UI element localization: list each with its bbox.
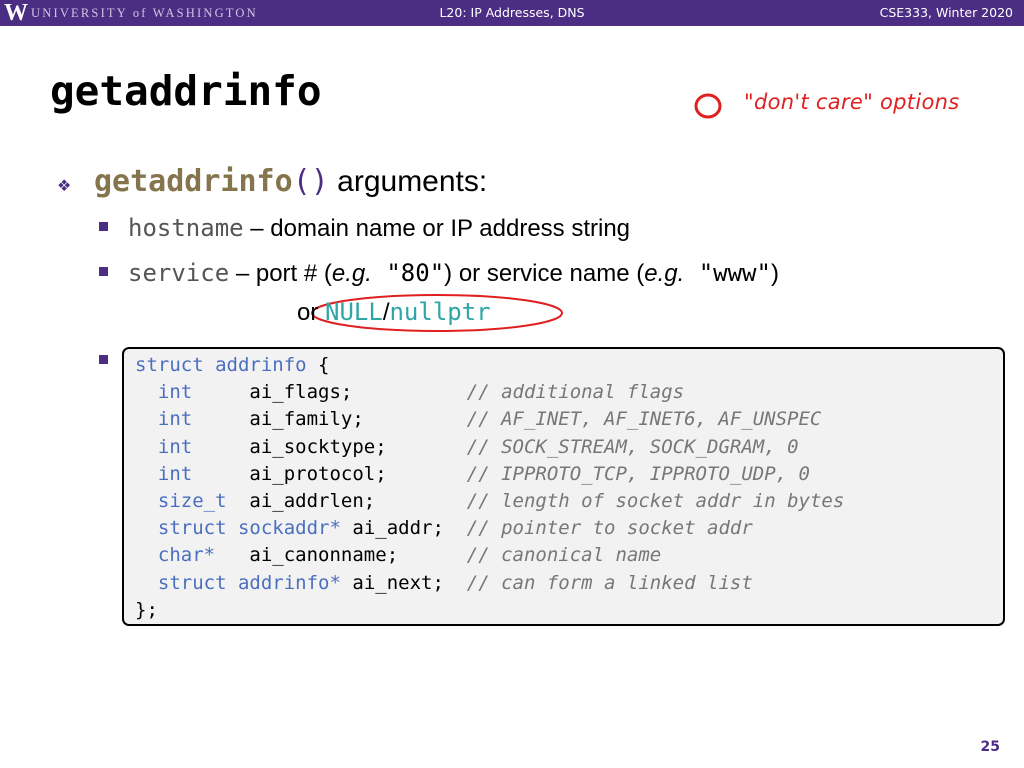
code-comment: // length of socket addr in bytes: [466, 490, 845, 513]
null-keyword: NULL: [325, 298, 383, 326]
lecture-title: L20: IP Addresses, DNS: [439, 5, 585, 20]
code-field-type: int: [157, 408, 193, 431]
code-comment: // pointer to socket addr: [466, 517, 753, 540]
code-field-type: int: [157, 435, 193, 458]
eg-label: e.g.: [644, 260, 685, 287]
code-comment: // SOCK_STREAM, SOCK_DGRAM, 0: [466, 435, 799, 458]
code-field-name: ai_next;: [352, 571, 444, 594]
annotation-legend-text: "don't care" options: [744, 90, 960, 114]
code-comment: // AF_INET, AF_INET6, AF_UNSPEC: [466, 408, 822, 431]
page-number: 25: [980, 739, 1000, 755]
bullet-service: service – port # (e.g. "80") or service …: [128, 258, 779, 289]
param-service: service: [128, 259, 230, 287]
service-desc-1: – port # (: [229, 260, 332, 287]
code-comment: // additional flags: [466, 381, 685, 404]
code-field-name: ai_addr;: [352, 517, 444, 540]
code-closing: };: [135, 598, 158, 621]
code-comment: // IPPROTO_TCP, IPPROTO_UDP, 0: [466, 462, 810, 485]
bullet-suffix: arguments:: [328, 165, 488, 198]
service-desc-2: ) or service name (: [444, 260, 645, 287]
code-field-type: int: [157, 462, 193, 485]
code-field-type: struct sockaddr*: [157, 517, 341, 540]
code-field-name: ai_socktype;: [249, 435, 387, 458]
square-bullet-icon: [99, 222, 108, 231]
hostname-desc: – domain name or IP address string: [243, 215, 631, 242]
service-desc-3: ): [770, 260, 779, 287]
function-parens: (): [292, 164, 329, 199]
code-open-brace: {: [306, 354, 330, 376]
service-example: "www": [684, 259, 771, 287]
code-field-name: ai_addrlen;: [249, 490, 376, 513]
bullet-hostname: hostname – domain name or IP address str…: [128, 213, 630, 244]
bullet-arguments: getaddrinfo() arguments:: [94, 164, 487, 200]
diamond-bullet-icon: ❖: [57, 176, 72, 195]
bullet-service-null: or NULL/nullptr: [297, 297, 491, 328]
course-label: CSE333, Winter 2020: [879, 5, 1013, 20]
port-example: "80": [371, 259, 445, 287]
code-field-type: int: [157, 381, 193, 404]
code-field-name: ai_family;: [249, 408, 364, 431]
legend-circle-icon: [694, 93, 722, 119]
code-field-type: size_t: [157, 490, 227, 513]
square-bullet-icon: [99, 267, 108, 276]
header-bar: W UNIVERSITY of WASHINGTON L20: IP Addre…: [0, 0, 1024, 26]
param-hostname: hostname: [128, 214, 244, 242]
code-field-type: char*: [157, 544, 216, 567]
square-bullet-icon: [99, 355, 108, 364]
code-struct-decl: struct addrinfo: [135, 354, 307, 376]
slide-title: getaddrinfo: [50, 67, 322, 115]
eg-label: e.g.: [331, 260, 372, 287]
code-comment: // canonical name: [466, 544, 662, 567]
function-name: getaddrinfo: [94, 164, 293, 199]
code-field-name: ai_canonname;: [249, 544, 399, 567]
addrinfo-struct-code: struct addrinfo { int ai_flags; // addit…: [135, 352, 844, 624]
code-field-name: ai_protocol;: [249, 462, 387, 485]
code-field-name: ai_flags;: [249, 381, 353, 404]
or-text: or: [297, 299, 326, 326]
code-field-type: struct addrinfo*: [157, 571, 341, 594]
nullptr-keyword: nullptr: [389, 298, 491, 326]
code-comment: // can form a linked list: [466, 571, 753, 594]
